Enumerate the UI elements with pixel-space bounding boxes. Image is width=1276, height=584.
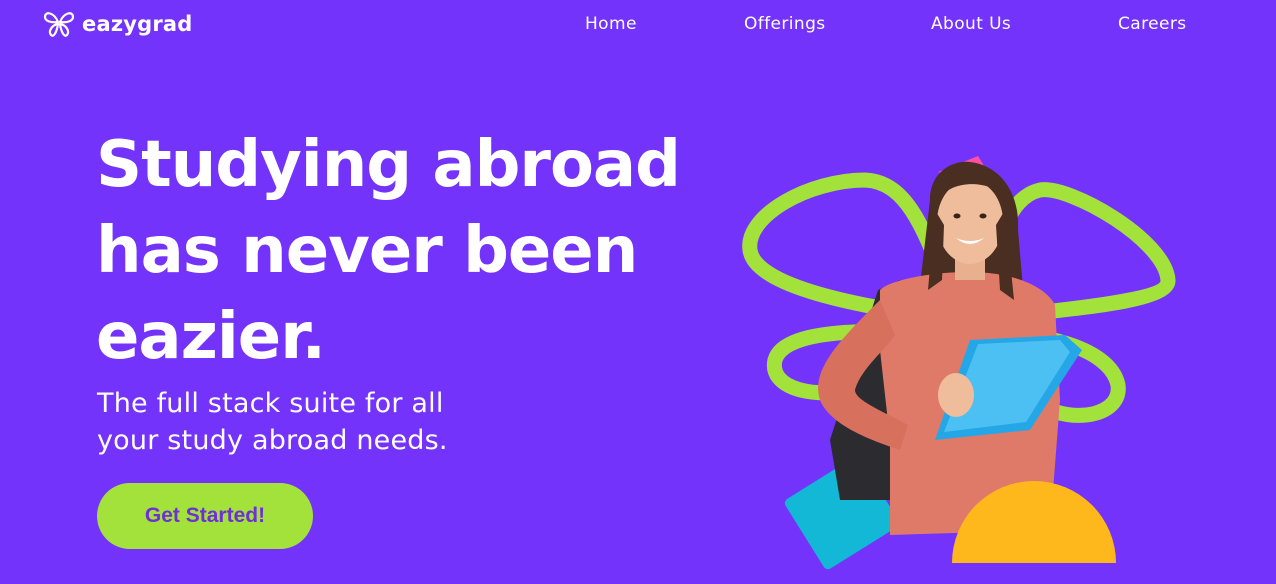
student-with-books-illustration — [742, 156, 1176, 570]
subline-line-1: The full stack suite for all — [97, 388, 444, 419]
subline-line-2: your study abroad needs. — [97, 425, 448, 456]
headline-line-3: eazier. — [96, 300, 326, 374]
nav-home[interactable]: Home — [585, 14, 637, 34]
nav-about-us[interactable]: About Us — [931, 14, 1011, 34]
hero-subline: The full stack suite for all your study … — [97, 385, 557, 459]
student-figure — [818, 161, 1082, 535]
nav-offerings[interactable]: Offerings — [744, 14, 826, 34]
landing-page: eazygrad Home Offerings About Us Careers… — [0, 0, 1276, 584]
headline-line-2: has never been — [96, 214, 638, 288]
hero-headline: Studying abroad has never been eazier. — [96, 122, 696, 380]
get-started-button[interactable]: Get Started! — [97, 483, 313, 549]
nav-careers[interactable]: Careers — [1118, 14, 1186, 34]
main-nav: Home Offerings About Us Careers — [0, 14, 1276, 38]
headline-line-1: Studying abroad — [96, 128, 681, 202]
